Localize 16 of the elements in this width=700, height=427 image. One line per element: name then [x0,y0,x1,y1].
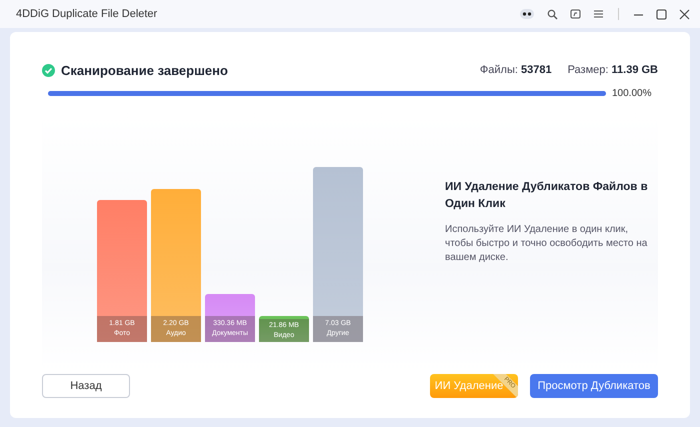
maximize-icon[interactable] [656,8,667,20]
files-count: Файлы: 53781 [480,64,552,76]
progress-percent: 100.00% [612,88,652,99]
promo-title: ИИ Удаление Дубликатов Файлов в Один Клик [445,180,649,212]
promo-text: Используйте ИИ Удаление в один клик, чтобы быстро и точно освободить место на вашем диске. [445,223,648,265]
total-size: Размер: 11.39 GB [568,64,658,76]
close-icon[interactable] [679,8,690,20]
search-icon[interactable] [547,8,558,20]
scan-status: Сканирование завершено [61,62,229,78]
back-button[interactable]: Назад [42,374,130,398]
robot-icon[interactable] [519,8,535,20]
menu-icon[interactable] [593,9,604,19]
check-icon [42,64,55,76]
feedback-icon[interactable] [570,8,581,20]
window-title: 4DDiG Duplicate File Deleter [16,8,158,20]
view-duplicates-button[interactable]: Просмотр Дубликатов [530,374,658,398]
